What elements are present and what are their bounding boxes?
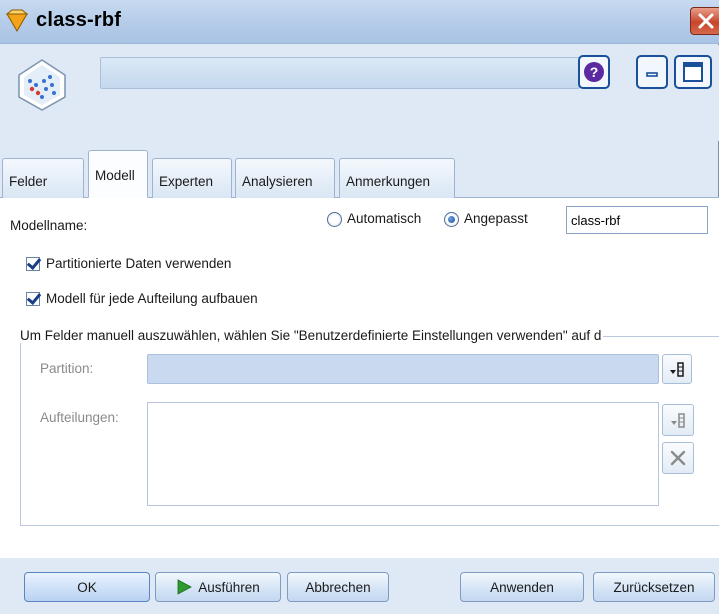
use-partition-label: Partitionierte Daten verwenden bbox=[46, 256, 232, 271]
partition-label: Partition: bbox=[40, 361, 94, 376]
apply-button[interactable]: Anwenden bbox=[460, 572, 584, 602]
reset-label: Zurücksetzen bbox=[613, 579, 695, 595]
tab-label: Modell bbox=[95, 168, 135, 183]
help-button[interactable]: ? bbox=[578, 55, 610, 89]
delete-x-icon bbox=[670, 450, 686, 466]
question-mark-icon: ? bbox=[584, 62, 604, 82]
model-panel: Modellname: Automatisch Angepasst Partit… bbox=[0, 198, 719, 558]
toolbar: ? bbox=[0, 45, 719, 141]
radio-automatisch[interactable] bbox=[327, 212, 342, 227]
splits-label: Aufteilungen: bbox=[40, 410, 119, 425]
build-split-label: Modell für jede Aufteilung aufbauen bbox=[46, 291, 258, 306]
tab-analysieren[interactable]: Analysieren bbox=[235, 158, 335, 198]
tab-label: Experten bbox=[159, 174, 214, 189]
title-bar[interactable]: class-rbf bbox=[0, 0, 719, 44]
partition-picker-button[interactable] bbox=[662, 354, 692, 384]
build-split-checkbox[interactable] bbox=[26, 292, 40, 306]
minimize-button[interactable] bbox=[636, 55, 668, 89]
tab-anmerkungen[interactable]: Anmerkungen bbox=[339, 158, 455, 198]
apply-label: Anwenden bbox=[490, 579, 554, 595]
splits-list[interactable] bbox=[147, 402, 659, 506]
splits-picker-button[interactable] bbox=[662, 404, 694, 436]
field-picker-icon bbox=[670, 362, 684, 377]
model-name-input[interactable] bbox=[566, 206, 708, 234]
tab-label: Felder bbox=[9, 174, 48, 189]
ok-button[interactable]: OK bbox=[24, 572, 150, 602]
ok-label: OK bbox=[77, 579, 97, 595]
radio-automatisch-label: Automatisch bbox=[347, 211, 422, 226]
model-name-label: Modellname: bbox=[10, 218, 88, 233]
cancel-button[interactable]: Abbrechen bbox=[287, 572, 389, 602]
maximize-button[interactable] bbox=[674, 55, 712, 89]
minimize-icon bbox=[646, 72, 658, 77]
run-button[interactable]: Ausführen bbox=[155, 572, 281, 602]
radio-angepasst[interactable] bbox=[444, 212, 459, 227]
node-name-strip bbox=[100, 57, 580, 89]
diamond-app-icon bbox=[5, 9, 29, 32]
rbf-model-node-icon bbox=[18, 59, 66, 111]
run-label: Ausführen bbox=[198, 579, 260, 595]
maximize-icon bbox=[683, 62, 703, 82]
field-picker-icon bbox=[671, 413, 685, 428]
tab-experten[interactable]: Experten bbox=[152, 158, 232, 198]
tab-strip: Felder Modell Experten Analysieren Anmer… bbox=[0, 150, 719, 198]
splits-remove-button[interactable] bbox=[662, 442, 694, 474]
svg-text:?: ? bbox=[590, 64, 599, 80]
window-title: class-rbf bbox=[36, 9, 122, 31]
play-icon bbox=[177, 579, 193, 595]
tab-label: Analysieren bbox=[242, 174, 313, 189]
cancel-label: Abbrechen bbox=[305, 579, 371, 595]
tab-felder[interactable]: Felder bbox=[2, 158, 84, 198]
close-button[interactable] bbox=[690, 7, 719, 35]
close-icon bbox=[698, 13, 714, 29]
tab-label: Anmerkungen bbox=[346, 174, 431, 189]
button-bar: OK Ausführen Abbrechen Anwenden Zurückse… bbox=[0, 558, 719, 614]
tab-modell[interactable]: Modell bbox=[88, 150, 148, 198]
radio-angepasst-label: Angepasst bbox=[464, 211, 528, 226]
fields-group-text: Um Felder manuell auszuwählen, wählen Si… bbox=[20, 328, 604, 343]
reset-button[interactable]: Zurücksetzen bbox=[593, 572, 715, 602]
partition-field[interactable] bbox=[147, 354, 659, 384]
dialog-window: class-rbf ? Felder Modell Experten Analy… bbox=[0, 0, 719, 614]
use-partition-checkbox[interactable] bbox=[26, 257, 40, 271]
